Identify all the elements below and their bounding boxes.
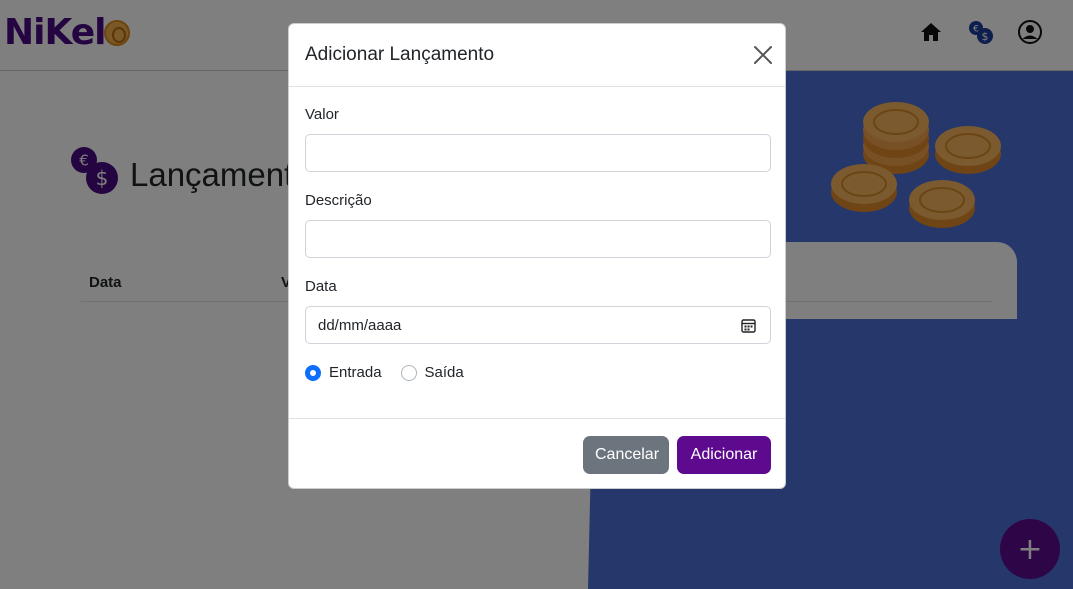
add-button[interactable]: Adicionar [677, 436, 771, 474]
data-label: Data [305, 278, 337, 295]
cancel-button[interactable]: Cancelar [583, 436, 669, 474]
modal-title: Adicionar Lançamento [305, 44, 495, 65]
entrada-radio[interactable] [305, 364, 321, 381]
date-input[interactable]: dd/mm/aaaa [305, 306, 771, 344]
modal-header: Adicionar Lançamento [289, 24, 785, 87]
valor-label: Valor [305, 106, 339, 123]
date-placeholder: dd/mm/aaaa [318, 316, 402, 334]
valor-input[interactable] [305, 134, 771, 172]
descricao-label: Descrição [305, 192, 372, 209]
saida-radio[interactable] [400, 364, 417, 381]
modal-footer: Cancelar Adicionar [289, 418, 785, 488]
close-icon[interactable] [752, 44, 774, 66]
entrada-label[interactable]: Entrada [329, 364, 382, 381]
saida-label[interactable]: Saída [425, 364, 464, 381]
calendar-icon[interactable] [741, 318, 756, 333]
descricao-input[interactable] [305, 220, 771, 258]
add-transaction-modal: Adicionar Lançamento Valor Descrição Dat… [288, 23, 786, 489]
transaction-type-group: Entrada Saída [305, 364, 483, 381]
